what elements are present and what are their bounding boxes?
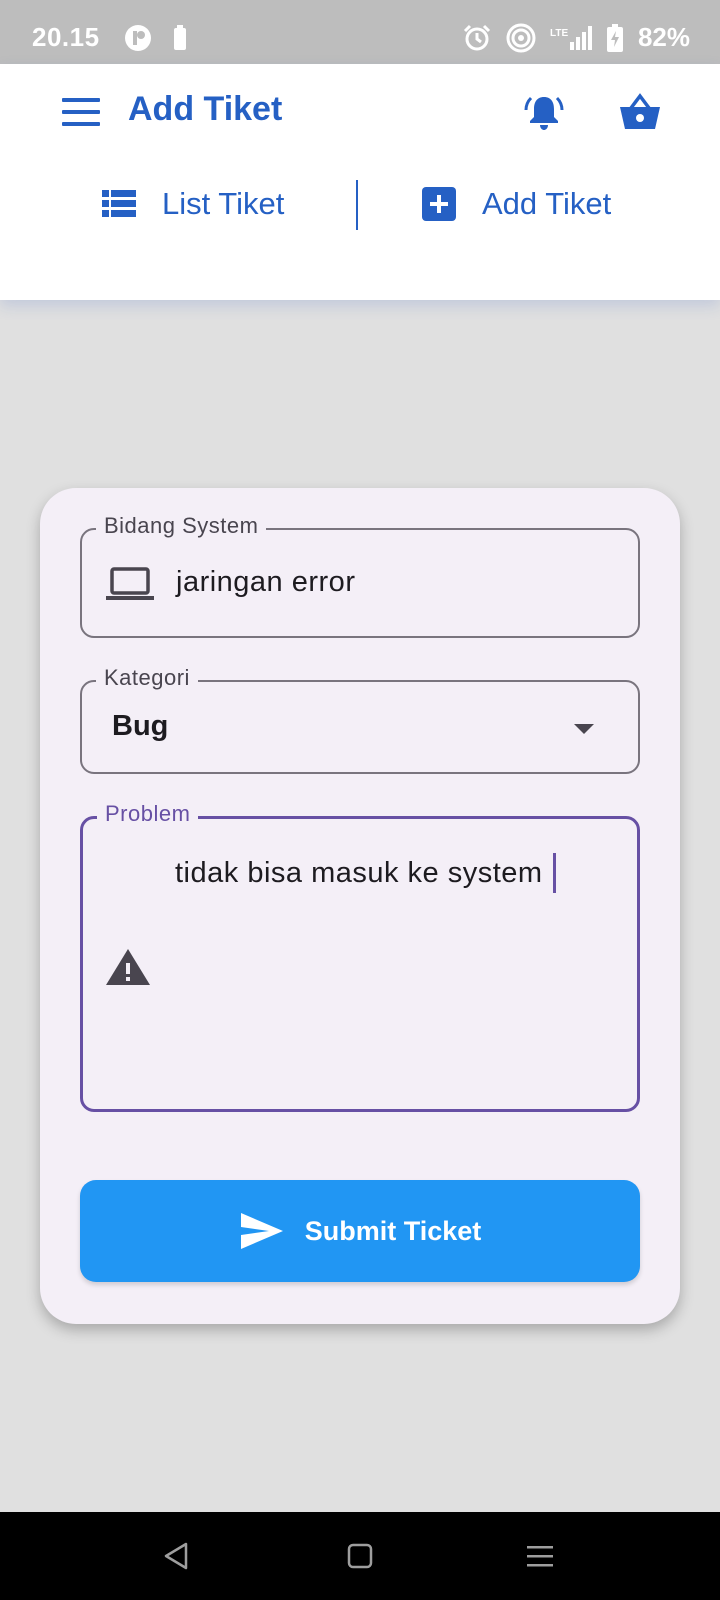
bidang-system-label: Bidang System — [96, 513, 267, 539]
battery-percent: 82% — [637, 22, 690, 52]
problem-textarea[interactable]: Problem tidak bisa masuk ke system — [80, 801, 640, 1112]
status-time: 20.15 — [32, 22, 100, 52]
back-icon[interactable] — [160, 1540, 192, 1572]
dropdown-arrow-icon — [574, 724, 594, 734]
warning-icon — [106, 949, 150, 985]
app-bar: Add Tiket List Tiket Add Tiket — [0, 64, 720, 300]
basket-icon — [620, 93, 660, 129]
submit-ticket-button[interactable]: Submit Ticket — [80, 1180, 640, 1282]
tab-add-tiket[interactable]: Add Tiket — [422, 176, 611, 232]
text-cursor — [552, 853, 556, 893]
plus-square-icon — [422, 187, 456, 221]
kategori-selected-value: Bug — [112, 710, 169, 742]
hamburger-menu-icon[interactable] — [62, 98, 100, 126]
ticket-form-card: Bidang System jaringan error Kategori Bu… — [40, 488, 680, 1324]
submit-label: Submit Ticket — [304, 1215, 482, 1246]
bidang-system-value: jaringan error — [176, 566, 356, 598]
svg-text:LTE: LTE — [550, 28, 568, 39]
tab-list-label: List Tiket — [162, 186, 285, 221]
cart-button[interactable] — [618, 92, 662, 132]
problem-label: Problem — [97, 801, 199, 827]
system-nav-bar — [0, 1512, 720, 1600]
battery-charging-icon — [606, 23, 623, 52]
status-bar: 20.15 LTE 82% — [0, 0, 720, 64]
tab-bar: List Tiket Add Tiket — [0, 176, 720, 232]
signal-lte-icon: LTE — [550, 25, 592, 50]
alarm-icon — [463, 24, 491, 50]
battery-small-icon — [174, 25, 186, 50]
list-icon — [102, 190, 136, 217]
problem-text: tidak bisa masuk ke system — [175, 856, 543, 889]
tab-divider — [356, 180, 358, 230]
bell-ringing-icon — [524, 96, 564, 130]
home-icon[interactable] — [344, 1540, 376, 1572]
page-title: Add Tiket — [128, 90, 283, 128]
app-notification-icon — [125, 25, 151, 51]
notification-button[interactable] — [524, 92, 564, 132]
tab-add-label: Add Tiket — [482, 186, 612, 221]
laptop-icon — [106, 567, 154, 600]
tab-list-tiket[interactable]: List Tiket — [102, 176, 284, 232]
send-icon — [240, 1213, 283, 1249]
kategori-label: Kategori — [96, 665, 198, 691]
hotspot-icon — [506, 23, 536, 52]
kategori-dropdown[interactable]: Kategori Bug — [80, 665, 640, 774]
bidang-system-field[interactable]: Bidang System jaringan error — [80, 513, 640, 638]
recents-menu-icon[interactable] — [524, 1540, 556, 1572]
